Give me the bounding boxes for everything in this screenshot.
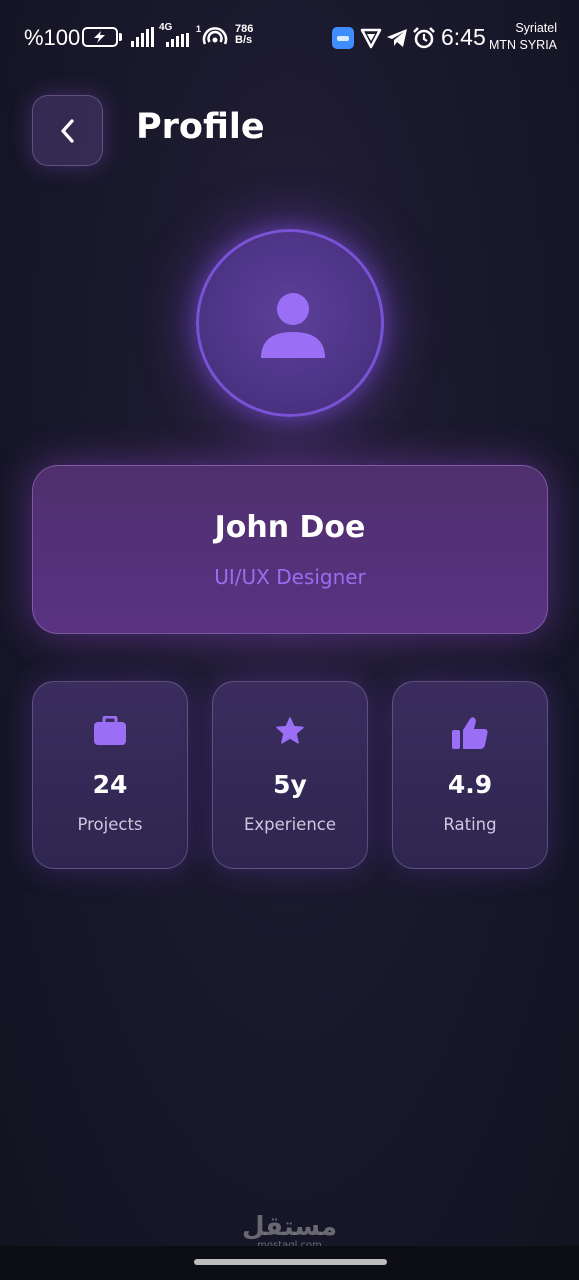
profile-role: UI/UX Designer xyxy=(214,565,366,589)
stat-card-experience[interactable]: 5y Experience xyxy=(212,681,368,869)
stat-card-rating[interactable]: 4.9 Rating xyxy=(392,681,548,869)
network-type: 4G xyxy=(159,22,173,33)
status-bar: %100 4G 1 786 B/s 6:45 Syriatel MTN SYRI… xyxy=(0,0,579,72)
sim-slot: 1 xyxy=(196,24,202,34)
page-title: Profile xyxy=(136,107,265,147)
carrier-2: MTN SYRIA xyxy=(488,38,557,52)
telegram-icon xyxy=(387,29,407,47)
stat-label: Rating xyxy=(443,815,497,834)
stat-value: 24 xyxy=(92,770,128,799)
stat-value: 5y xyxy=(273,770,307,799)
stat-value: 4.9 xyxy=(447,770,493,799)
signal-icon xyxy=(131,27,154,47)
battery-percentage: %100 xyxy=(24,25,81,50)
stat-card-projects[interactable]: 24 Projects xyxy=(32,681,188,869)
thumbs-up-icon xyxy=(452,717,488,749)
watermark-logo: مستقل xyxy=(241,1212,338,1242)
stat-label: Experience xyxy=(243,815,336,834)
back-button[interactable] xyxy=(32,95,103,166)
home-indicator[interactable] xyxy=(194,1259,387,1265)
person-icon xyxy=(261,293,325,358)
profile-card: John Doe UI/UX Designer xyxy=(32,465,548,634)
network-speed: 786 B/s xyxy=(235,24,253,46)
profile-name: John Doe xyxy=(214,510,366,545)
briefcase-icon xyxy=(94,716,126,745)
signal-icon xyxy=(166,33,189,47)
hotspot-icon xyxy=(202,27,228,45)
alarm-icon xyxy=(413,27,435,49)
clock: 6:45 xyxy=(441,24,486,50)
battery-charging-icon xyxy=(82,27,122,47)
carrier-1: Syriatel xyxy=(515,21,557,35)
chevron-left-icon xyxy=(60,118,74,143)
stat-label: Projects xyxy=(77,815,143,834)
avatar[interactable] xyxy=(196,229,384,417)
star-icon xyxy=(276,717,304,744)
app-icon xyxy=(332,27,354,49)
vpn-icon xyxy=(360,28,382,49)
network-speed-unit: B/s xyxy=(235,34,253,46)
